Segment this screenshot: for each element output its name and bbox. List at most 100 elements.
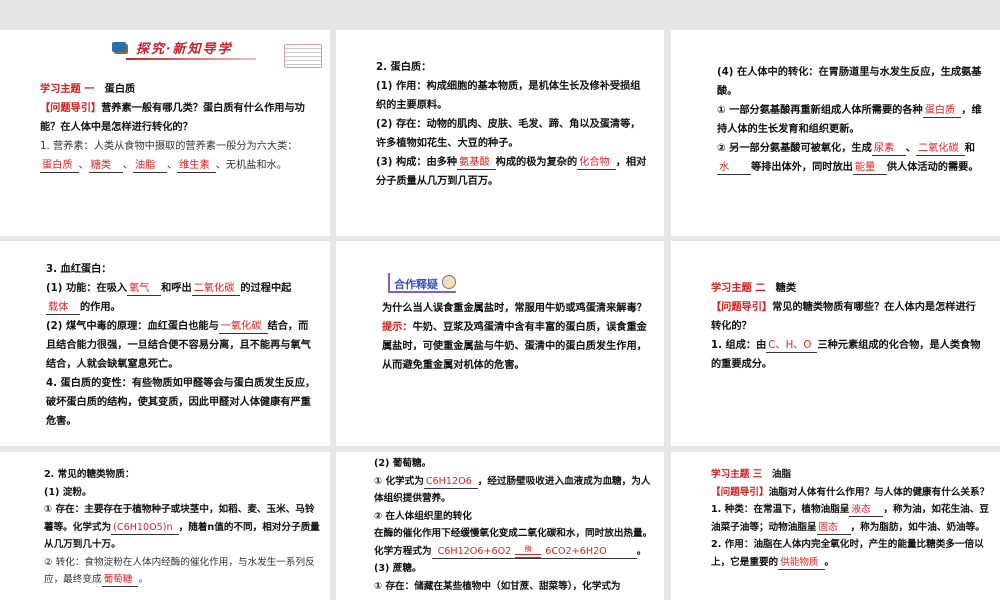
slide-2[interactable]: 2. 蛋白质： (1) 作用：构成细胞的基本物质，是机体生长及修补受损组织的主要原…: [336, 30, 664, 236]
text: ① 化学式为: [374, 475, 424, 487]
fill-in-answer: 水: [717, 161, 751, 175]
paragraph: (1) 功能：在吸入 氧气 和呼出 二氧化碳 的过程中起载体 的作用。: [46, 279, 316, 317]
text: 、: [166, 160, 178, 171]
paragraph: ② 转化：食物淀粉在人体内经酶的催化作用，与水发生一系列反应，最终变成 葡萄糖。: [44, 554, 322, 589]
text: (2) 煤气中毒的原理：血红蛋白也能与: [46, 321, 219, 332]
note-thumbnail-icon: [284, 44, 322, 68]
text: 等排出体外，同时放出: [751, 162, 853, 173]
text: ② 另一部分氨基酸可被氧化，生成: [717, 143, 872, 154]
paragraph: ② 另一部分氨基酸可被氧化，生成 尿素、二氧化碳 和水 等排出体外，同时放出 能量 供人体…: [717, 139, 986, 177]
fill-in-answer: 液态: [849, 503, 884, 517]
text: 和呼出: [161, 283, 192, 294]
slide-7[interactable]: 2. 常见的糖类物质： (1) 淀粉。 ① 存在：主要存在于植物种子或块茎中，如稻、…: [0, 452, 330, 600]
text: 蛋白质: [94, 84, 136, 95]
banner-title: 探究·新知导学: [136, 42, 233, 57]
slide-content: 3. 血红蛋白： (1) 功能：在吸入 氧气 和呼出 二氧化碳 的过程中起载体 的作用。 (2…: [46, 260, 316, 431]
slide-content: 学习主题 二 糖类 【问题导引】常见的糖类物质有哪些？在人体内是怎样进行转化的？ 1…: [711, 279, 986, 374]
text: 1. 种类：在常温下，植物油脂呈: [711, 504, 850, 515]
text: (1) 功能：在吸入: [46, 283, 128, 294]
fill-in-answer: 氧气: [127, 282, 162, 296]
text: 构成的极为复杂的: [495, 157, 578, 168]
equation-catalyst: 酶: [515, 544, 542, 558]
text: 2. 常见的糖类物质：: [44, 469, 135, 480]
topic-label: 【问题导引】: [711, 486, 769, 498]
section-title: 合作释疑: [394, 278, 438, 291]
text: (1) 淀粉。: [44, 486, 92, 498]
fill-in-answer: 蛋白质: [40, 159, 79, 173]
slide-3[interactable]: (4) 在人体中的转化：在胃肠道里与水发生反应，生成氨基酸。 ① 一部分氨基酸再重…: [671, 30, 1000, 236]
slide-content: 为什么当人误食重金属盐时，常服用牛奶或鸡蛋清来解毒？ 提示：牛奶、豆浆及鸡蛋清中含…: [382, 299, 650, 375]
paragraph: 2. 常见的糖类物质：: [44, 466, 322, 484]
paragraph: 学习主题 一 蛋白质: [40, 80, 316, 99]
text: (1) 作用：构成细胞的基本物质，是机体生长及修补受损组织的主要原料。: [376, 81, 641, 111]
slide-6[interactable]: 学习主题 二 糖类 【问题导引】常见的糖类物质有哪些？在人体内是怎样进行转化的？ 1…: [671, 241, 1000, 446]
paragraph: (2) 葡萄糖。: [374, 455, 658, 473]
text: 油脂对人体有什么作用？与人体的健康有什么关系？: [768, 486, 990, 498]
paragraph: 1. 种类：在常温下，植物油脂呈 液态 ，称为油，如花生油、豆油菜子油等；动物油脂呈…: [711, 501, 992, 536]
paragraph: 1. 营养素：人类从食物中摄取的营养素一般分为六大类：蛋白质、糖类、油脂、维生素…: [40, 137, 316, 175]
text: ① 一部分氨基酸再重新组成人体所需要的各种: [717, 105, 923, 116]
text: 4. 蛋白质的变性：有些物质如甲醛等会与蛋白质发生反应，破坏蛋白质的结构，使其变…: [46, 378, 316, 427]
fill-in-answer: 维生素: [177, 159, 216, 173]
fill-in-answer: 一氧化碳: [218, 320, 268, 334]
text: ① 存在：储藏在某些植物中（如甘蔗、甜菜等），化学式为: [374, 580, 621, 592]
equation-catalyst-label: 酶: [524, 544, 532, 553]
text: 、无机盐和水。: [215, 160, 287, 171]
paragraph: (2) 存在：动物的肌肉、皮肤、毛发、蹄、角以及蛋清等，许多植物如花生、大豆的种…: [376, 115, 650, 153]
paragraph: 学习主题 二 糖类: [711, 279, 986, 298]
slide-1[interactable]: 探究·新知导学 学习主题 一 蛋白质 【问题导引】营养素一般有哪几类？蛋白质有什么…: [0, 30, 330, 236]
slide-content: 2. 常见的糖类物质： (1) 淀粉。 ① 存在：主要存在于植物种子或块茎中，如稻、…: [44, 466, 322, 589]
text: 1. 营养素：人类从食物中摄取的营养素一般分为六大类：: [40, 141, 298, 152]
paragraph: 【问题导引】常见的糖类物质有哪些？在人体内是怎样进行转化的？: [711, 298, 986, 336]
fill-in-answer: 供能物质: [778, 556, 825, 570]
equation-double-bar: [515, 553, 542, 558]
paragraph: (3) 蔗糖。: [374, 560, 658, 578]
paragraph: 【问题导引】营养素一般有哪几类？蛋白质有什么作用与功能？在人体中是怎样进行转化的…: [40, 99, 316, 137]
fill-in-answer: 固态: [816, 521, 851, 535]
paragraph: (2) 煤气中毒的原理：血红蛋白也能与 一氧化碳 结合，而且结合能力很强，一旦结合便…: [46, 317, 316, 374]
paragraph: (3) 构成：由多种 氨基酸 构成的极为复杂的 化合物 ，相对分子质量从几万到几百万。: [376, 153, 650, 191]
slide-content: 学习主题 一 蛋白质 【问题导引】营养素一般有哪几类？蛋白质有什么作用与功能？在人…: [40, 80, 316, 175]
fill-in-answer: 化合物: [577, 156, 616, 170]
text: 2. 作用：油脂在人体内完全氧化时，产生的能量比糖类多一倍以上，它是重要的: [711, 539, 984, 568]
text: 油脂: [762, 469, 792, 480]
slide-9[interactable]: 学习主题 三 油脂 【问题导引】油脂对人体有什么作用？与人体的健康有什么关系？ 1.…: [671, 452, 1000, 600]
fill-in-answer: C、H、O: [766, 339, 818, 353]
text: 供人体活动的需要。: [886, 162, 979, 173]
graduation-cap-icon: [112, 42, 126, 52]
paragraph: ① 存在：储藏在某些植物中（如甘蔗、甜菜等），化学式为: [374, 578, 658, 596]
text: 。: [636, 545, 647, 557]
paragraph: 提示：牛奶、豆浆及鸡蛋清中含有丰富的蛋白质，误食重金属盐时，可使重金属盐与牛奶、…: [382, 318, 650, 375]
fill-in-answer: 载体: [46, 301, 80, 315]
fill-in-answer: 二氧化碳: [191, 282, 241, 296]
equation-right: 6CO2+6H2O: [545, 545, 607, 557]
book-icon: [442, 275, 456, 289]
slide-content: (4) 在人体中的转化：在胃肠道里与水发生反应，生成氨基酸。 ① 一部分氨基酸再重…: [717, 63, 986, 177]
text: ② 转化：食物淀粉在人体内经酶的催化作用，与水发生一系列反应，最终变成: [44, 556, 315, 586]
formula-answer: C6H12O6: [423, 475, 478, 489]
hint-label: 提示：: [382, 322, 413, 333]
paragraph: 【问题导引】油脂对人体有什么作用？与人体的健康有什么关系？: [711, 484, 992, 502]
slide-5[interactable]: 合作释疑 为什么当人误食重金属盐时，常服用牛奶或鸡蛋清来解毒？ 提示：牛奶、豆浆及…: [336, 241, 664, 446]
topic-label: 【问题导引】: [711, 302, 773, 313]
topic-label: 学习主题 一: [40, 84, 95, 95]
text: 和: [964, 143, 975, 154]
paragraph: ① 存在：主要存在于植物种子或块茎中，如稻、麦、玉米、马铃薯等。化学式为 (C6H…: [44, 501, 322, 554]
fill-in-answer: 糖类: [88, 159, 123, 173]
slide-4[interactable]: 3. 血红蛋白： (1) 功能：在吸入 氧气 和呼出 二氧化碳 的过程中起载体 的作用。 (2…: [0, 241, 330, 446]
topic-label: 学习主题 三: [711, 469, 763, 480]
paragraph: ② 在人体组织里的转化: [374, 508, 658, 526]
fill-in-answer: 蛋白质: [922, 104, 962, 118]
paragraph: (1) 淀粉。: [44, 484, 322, 502]
paragraph: (1) 作用：构成细胞的基本物质，是机体生长及修补受损组织的主要原料。: [376, 77, 650, 115]
slide-8[interactable]: (2) 葡萄糖。 ① 化学式为 C6H12O6 ，经过肠壁吸收进入血液成为血糖，为人体…: [336, 452, 664, 600]
paragraph: (4) 在人体中的转化：在胃肠道里与水发生反应，生成氨基酸。: [717, 63, 986, 101]
text: 糖类: [765, 283, 797, 294]
paragraph: 1. 组成：由 C、H、O 三种元素组成的化合物，是人类食物的重要成分。: [711, 336, 986, 374]
fill-in-answer: 油脂: [132, 159, 167, 173]
text: 。: [138, 574, 148, 585]
fill-in-answer: 能量: [852, 161, 887, 175]
text: (2) 葡萄糖。: [374, 458, 432, 469]
text: 、: [78, 160, 89, 171]
text: (2) 存在：动物的肌肉、皮肤、毛发、蹄、角以及蛋清等，许多植物如花生、大豆的种…: [376, 119, 641, 149]
